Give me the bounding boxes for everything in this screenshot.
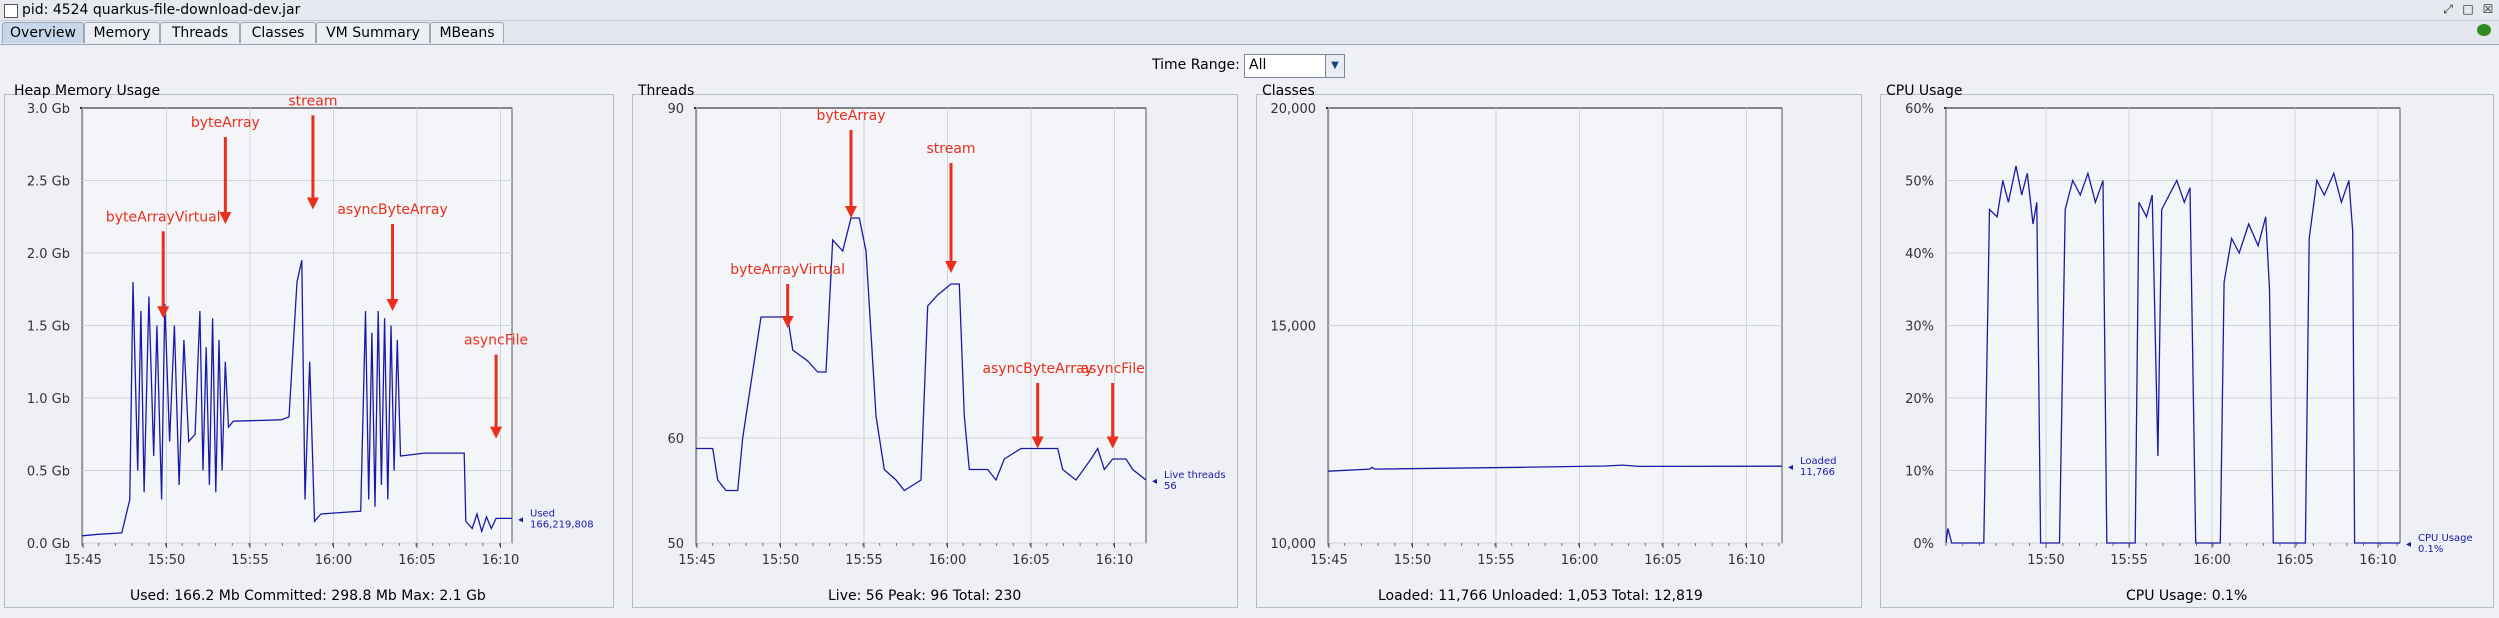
heap-annotation-label: asyncByteArray <box>337 202 447 218</box>
threads-annotation-label: asyncFile <box>1081 361 1145 377</box>
heap-ytick-label: 2.0 Gb <box>27 247 70 262</box>
heap-xtick-label: 15:45 <box>64 553 101 568</box>
heap-ytick-label: 2.5 Gb <box>27 175 70 190</box>
cpu-xtick-label: 16:05 <box>2276 553 2313 568</box>
threads-annotation-label: asyncByteArray <box>982 361 1092 377</box>
cpu-xtick-label: 15:50 <box>2027 553 2064 568</box>
cpu-xtick-label: 15:55 <box>2110 553 2147 568</box>
heap-ytick-label: 0.0 Gb <box>27 537 70 552</box>
heap-ytick-label: 1.5 Gb <box>27 320 70 335</box>
classes-xtick-label: 16:10 <box>1728 553 1765 568</box>
heap-legend-marker: ◂ <box>518 514 523 525</box>
heap-xtick-label: 16:05 <box>398 553 435 568</box>
classes-xtick-label: 15:45 <box>1310 553 1347 568</box>
cpu-ytick-label: 60% <box>1905 102 1934 117</box>
cpu-legend-marker: ◂ <box>2406 539 2411 550</box>
heap-ytick-label: 1.0 Gb <box>27 392 70 407</box>
threads-xtick-label: 15:45 <box>678 553 715 568</box>
cpu-xtick-label: 16:10 <box>2359 553 2396 568</box>
heap-xtick-label: 16:10 <box>482 553 519 568</box>
cpu-ytick-label: 40% <box>1905 247 1934 262</box>
cpu-ytick-label: 10% <box>1905 465 1934 480</box>
classes-xtick-label: 16:00 <box>1561 553 1598 568</box>
heap-xtick-label: 16:00 <box>315 553 352 568</box>
threads-xtick-label: 16:05 <box>1012 553 1049 568</box>
cpu-legend-value: 0.1% <box>2418 544 2443 555</box>
threads-ytick-label: 50 <box>667 537 684 552</box>
threads-ytick-label: 60 <box>667 432 684 447</box>
classes-ytick-label: 10,000 <box>1271 537 1317 552</box>
classes-legend-marker: ◂ <box>1788 462 1793 473</box>
threads-annotation-label: stream <box>926 141 975 157</box>
heap-annotation-label: byteArrayVirtual <box>106 209 221 225</box>
heap-annotation-label: byteArray <box>191 115 260 131</box>
cpu-legend-name: CPU Usage <box>2418 533 2473 544</box>
threads-xtick-label: 15:55 <box>845 553 882 568</box>
threads-legend-name: Live threads <box>1164 470 1226 481</box>
threads-ytick-label: 90 <box>667 102 684 117</box>
threads-annotation-label: byteArrayVirtual <box>730 262 845 278</box>
heap-annotation-label: stream <box>288 93 337 109</box>
cpu-ytick-label: 50% <box>1905 175 1934 190</box>
heap-xtick-label: 15:55 <box>231 553 268 568</box>
heap-annotation-label: asyncFile <box>464 333 528 349</box>
threads-legend-value: 56 <box>1164 481 1177 492</box>
classes-ytick-label: 15,000 <box>1271 320 1317 335</box>
classes-footer: Loaded: 11,766 Unloaded: 1,053 Total: 12… <box>1378 588 1703 604</box>
threads-xtick-label: 15:50 <box>762 553 799 568</box>
heap-legend-value: 166,219,808 <box>530 519 594 530</box>
cpu-xtick-label: 16:00 <box>2193 553 2230 568</box>
classes-legend-name: Loaded <box>1800 456 1837 467</box>
classes-xtick-label: 15:55 <box>1477 553 1514 568</box>
heap-ytick-label: 3.0 Gb <box>27 102 70 117</box>
overview-charts: 0.0 Gb 0.5 Gb 1.0 Gb 1.5 Gb 2.0 Gb 2.5 Gb 3.0 … <box>27 93 2473 568</box>
heap-ytick-label: 0.5 Gb <box>27 465 70 480</box>
threads-annotation-label: byteArray <box>817 108 886 124</box>
classes-legend-value: 11,766 <box>1800 467 1835 478</box>
threads-footer: Live: 56 Peak: 96 Total: 230 <box>828 588 1022 604</box>
classes-xtick-label: 15:50 <box>1394 553 1431 568</box>
cpu-ytick-label: 20% <box>1905 392 1934 407</box>
cpu-ytick-label: 0% <box>1913 537 1934 552</box>
threads-xtick-label: 16:10 <box>1096 553 1133 568</box>
heap-footer: Used: 166.2 Mb Committed: 298.8 Mb Max: … <box>130 588 486 604</box>
classes-xtick-label: 16:05 <box>1644 553 1681 568</box>
classes-ytick-label: 20,000 <box>1271 102 1317 117</box>
cpu-footer: CPU Usage: 0.1% <box>2126 588 2248 604</box>
heap-xtick-label: 15:50 <box>148 553 185 568</box>
heap-legend-name: Used <box>530 508 555 519</box>
threads-xtick-label: 16:00 <box>929 553 966 568</box>
threads-legend-marker: ◂ <box>1152 476 1157 487</box>
cpu-ytick-label: 30% <box>1905 320 1934 335</box>
